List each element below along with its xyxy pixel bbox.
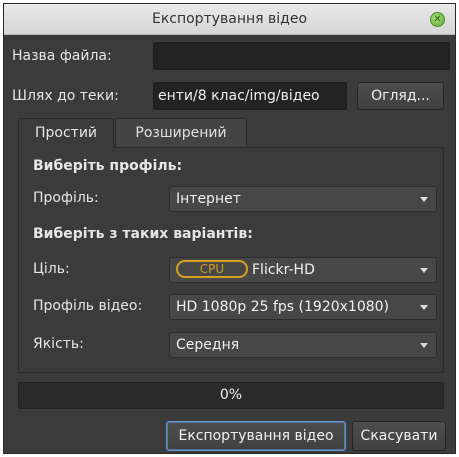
video-profile-select[interactable]: HD 1080p 25 fps (1920x1080) (169, 294, 437, 320)
path-label: Шлях до теки: (12, 88, 119, 104)
quality-select-value: Середня (176, 337, 240, 353)
quality-select[interactable]: Середня (169, 332, 437, 358)
progress-text: 0% (219, 387, 243, 403)
quality-label: Якість: (33, 336, 84, 352)
cancel-button[interactable]: Скасувати (352, 421, 446, 451)
export-video-button[interactable]: Експортування відео (166, 421, 346, 451)
cpu-badge: CPU (176, 260, 248, 278)
video-profile-label: Профіль відео: (33, 298, 143, 314)
tab-advanced[interactable]: Розширений (115, 118, 247, 148)
target-select[interactable]: CPU Flickr-HD (169, 257, 437, 283)
simple-tab-panel: Виберіть профіль: Профіль: Інтернет Вибе… (18, 147, 444, 373)
export-video-dialog: Експортування відео ✕ Назва файла: Шлях … (3, 3, 456, 454)
filename-label: Назва файла: (12, 48, 112, 64)
profile-select-value: Інтернет (176, 191, 241, 207)
target-label: Ціль: (33, 261, 70, 277)
export-progress-bar: 0% (18, 382, 444, 409)
window-title: Експортування відео (151, 11, 308, 27)
video-profile-select-value: HD 1080p 25 fps (1920x1080) (176, 299, 390, 315)
filename-input[interactable] (153, 42, 450, 70)
chevron-down-icon (420, 343, 428, 348)
path-input[interactable]: енти/8 клас/img/відео (153, 82, 347, 110)
chevron-down-icon (420, 305, 428, 310)
profile-select[interactable]: Інтернет (169, 186, 437, 212)
options-heading: Виберіть з таких варіантів: (33, 226, 253, 242)
title-bar: Експортування відео ✕ (4, 4, 455, 35)
tab-simple[interactable]: Простий (18, 118, 114, 148)
browse-button[interactable]: Огляд... (357, 82, 444, 110)
profile-label: Профіль: (33, 190, 99, 206)
target-select-value: Flickr-HD (252, 262, 315, 278)
chevron-down-icon (420, 197, 428, 202)
close-icon[interactable]: ✕ (430, 12, 445, 27)
profile-heading: Виберіть профіль: (33, 158, 183, 174)
chevron-down-icon (420, 268, 428, 273)
